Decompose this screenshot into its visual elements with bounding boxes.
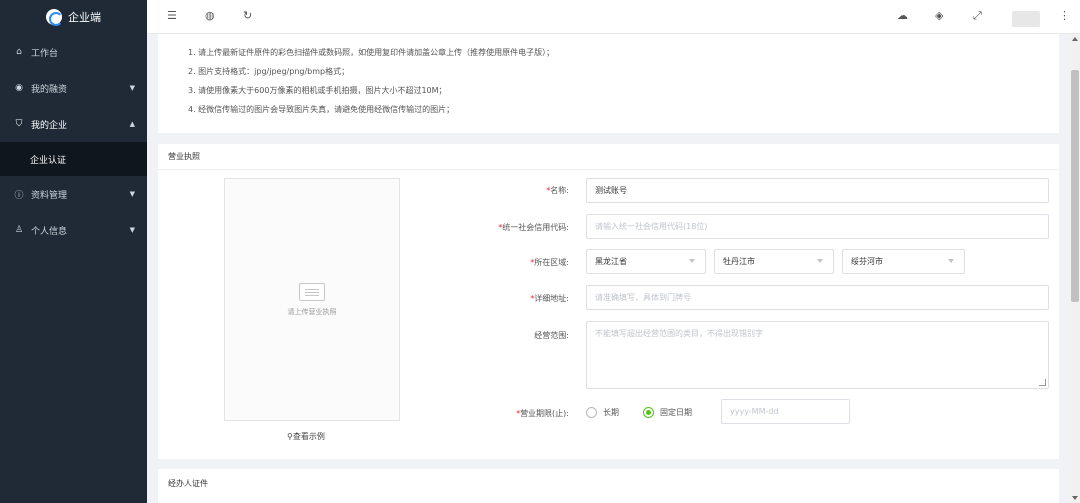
caret-down-icon: ▼ [129,190,135,198]
date-input[interactable]: yyyy-MM-dd [721,399,850,424]
shield-icon: ⛉ [15,119,23,129]
sidebar-item-financing[interactable]: ◉ 我的融资 ▼ [0,70,147,106]
radio-fixed-date[interactable]: 固定日期 [643,407,692,418]
name-label: *名称: [546,186,569,195]
finance-icon: ◉ [15,83,23,93]
menu-icon[interactable]: ☰ [167,9,177,22]
refresh-icon[interactable]: ↻ [243,9,252,22]
upload-hint: 请上传营业执照 [287,307,337,316]
sidebar-item-label: 资料管理 [31,190,68,201]
sidebar-item-label: 我的企业 [31,120,68,131]
scope-label: 经营范围: [534,331,569,340]
note-item: 1. 请上传最新证件原件的彩色扫描件或数码照，如使用复印件请加盖公章上传（推荐使… [188,48,555,57]
view-example-link[interactable]: ⚲查看示例 [287,431,325,442]
brand-name: 企业端 [68,11,101,24]
user-icon: ♙ [14,225,24,235]
radio-label: 固定日期 [660,408,692,417]
upload-notes: 1. 请上传最新证件原件的彩色扫描件或数码照，如使用复印件请加盖公章上传（推荐使… [158,34,1059,133]
chevron-down-icon [817,259,823,263]
scroll-down-icon[interactable] [1072,496,1078,500]
province-select[interactable]: 黑龙江省 [586,249,706,274]
address-label: *详细地址: [530,294,569,303]
district-select[interactable]: 绥芬河市 [842,249,965,274]
credit-code-input[interactable]: 请输入统一社会信用代码(18位) [586,214,1049,239]
radio-label: 长期 [603,408,619,417]
info-icon: ⓘ [14,190,24,201]
main-content: 1. 请上传最新证件原件的彩色扫描件或数码照，如使用复印件请加盖公章上传（推荐使… [147,34,1070,503]
sidebar-item-materials[interactable]: ⓘ 资料管理 ▼ [0,176,147,212]
agent-id-card: 经办人证件 [158,469,1059,503]
chevron-down-icon [689,259,695,263]
sidebar-item-personal-info[interactable]: ♙ 个人信息 ▼ [0,212,147,248]
card-title: 经办人证件 [168,479,208,488]
globe-icon[interactable]: ◍ [205,9,215,22]
scrollbar-thumb[interactable] [1071,70,1079,302]
radio-circle [643,407,654,418]
sidebar-item-label: 我的融资 [31,84,68,95]
home-icon: ⌂ [16,47,22,57]
chevron-down-icon [948,259,954,263]
name-input[interactable]: 测试账号 [586,178,1049,203]
logo-icon [46,9,63,26]
view-example-label: 查看示例 [292,432,325,441]
sidebar-item-my-enterprise[interactable]: ⛉ 我的企业 ▲ [0,106,147,142]
caret-down-icon: ▼ [129,84,135,92]
palette-icon[interactable]: ☁ [897,9,908,22]
note-item: 4. 经微信传输过的图片会导致图片失真，请避免使用经微信传输过的图片； [188,105,455,114]
sidebar: 企业端 ⌂ 工作台 ◉ 我的融资 ▼ ⛉ 我的企业 ▲ 企业认证 ⓘ 资料管理 … [0,0,147,503]
brand[interactable]: 企业端 [0,0,147,34]
scroll-up-icon[interactable] [1072,37,1078,41]
sidebar-item-label: 个人信息 [31,226,68,237]
card-title: 营业执照 [158,144,1059,170]
topbar: ☰ ◍ ↻ ☁ ◈ ⤢ ⋮ [147,0,1080,34]
tag-icon[interactable]: ◈ [935,9,943,22]
avatar[interactable] [1012,11,1040,27]
caret-down-icon: ▼ [129,226,135,234]
radio-long-term[interactable]: 长期 [586,407,619,418]
city-select[interactable]: 牡丹江市 [714,249,834,274]
business-license-card: 营业执照 请上传营业执照 ⚲查看示例 *名称: 测试账号 *统一社会信用代码: … [158,144,1059,459]
sidebar-item-workbench[interactable]: ⌂ 工作台 [0,34,147,70]
sidebar-item-label: 工作台 [31,48,59,59]
note-item: 3. 请使用像素大于600万像素的相机或手机拍摄，图片大小不超过10M； [188,86,447,95]
more-icon[interactable]: ⋮ [1059,9,1070,22]
radio-circle [586,407,597,418]
sidebar-subitem-enterprise-cert[interactable]: 企业认证 [0,142,147,176]
fullscreen-icon[interactable]: ⤢ [973,9,982,23]
caret-up-icon: ▲ [129,120,135,128]
document-icon [299,282,325,301]
term-label: *营业期限(止): [516,409,569,418]
region-label: *所在区域: [530,258,569,267]
scrollbar[interactable] [1070,34,1080,503]
credit-code-label: *统一社会信用代码: [498,223,569,232]
note-item: 2. 图片支持格式：jpg/jpeg/png/bmp格式； [188,67,350,76]
scope-textarea[interactable]: 不能填写超出经营范围的类目，不得出现错别字 [586,321,1049,389]
address-input[interactable]: 请准确填写，具体到门牌号 [586,285,1049,310]
sidebar-subitem-label: 企业认证 [30,155,67,166]
